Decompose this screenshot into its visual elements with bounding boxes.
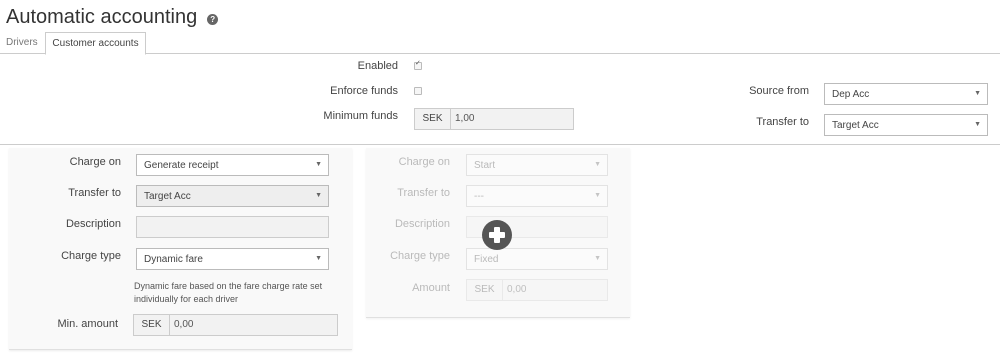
description-label: Description (65, 218, 121, 230)
charge-on-label: Charge on (398, 156, 450, 168)
minimum-funds-field[interactable]: SEK 1,00 (414, 108, 574, 130)
enforce-funds-checkbox[interactable] (414, 87, 422, 95)
rule-transfer-to-value: Target Acc (144, 191, 191, 202)
min-amount-label: Min. amount (57, 318, 118, 330)
min-amount-value: 0,00 (174, 319, 194, 330)
transfer-to-value: Target Acc (832, 120, 879, 131)
chevron-down-icon: ▼ (315, 255, 322, 262)
chevron-down-icon: ▼ (315, 161, 322, 168)
section-divider (0, 144, 1000, 145)
tab-customer-accounts[interactable]: Customer accounts (45, 32, 146, 55)
charge-type-label: Charge type (61, 250, 121, 262)
enforce-funds-label: Enforce funds (330, 85, 398, 97)
description-label: Description (394, 218, 450, 230)
charge-type-value: Dynamic fare (144, 254, 203, 265)
enabled-checkbox[interactable] (414, 59, 422, 70)
chevron-down-icon: ▼ (974, 121, 981, 128)
new-charge-on-select: Start ▼ (466, 154, 608, 176)
new-charge-on-value: Start (474, 160, 496, 171)
transfer-to-label: Transfer to (68, 187, 121, 199)
currency-label: SEK (415, 109, 451, 129)
chevron-down-icon: ▼ (594, 192, 601, 199)
new-charge-type-value: Fixed (474, 254, 499, 265)
new-transfer-to-select: --- ▼ (466, 185, 608, 207)
new-amount-field: SEK 0,00 (466, 279, 608, 301)
chevron-down-icon: ▼ (974, 90, 981, 97)
description-field[interactable] (136, 216, 329, 238)
chevron-down-icon: ▼ (594, 255, 601, 262)
new-transfer-to-value: --- (474, 191, 484, 202)
chevron-down-icon: ▼ (315, 192, 322, 199)
charge-on-value: Generate receipt (144, 160, 219, 171)
chevron-down-icon: ▼ (594, 161, 601, 168)
enabled-label: Enabled (357, 60, 398, 72)
help-icon[interactable]: ? (207, 13, 219, 25)
rule-transfer-to-select[interactable]: Target Acc ▼ (136, 185, 329, 207)
page-title: Automatic accounting ? (6, 6, 219, 29)
source-from-label: Source from (749, 85, 809, 97)
minimum-funds-label: Minimum funds (323, 110, 398, 122)
page-title-text: Automatic accounting (6, 6, 198, 28)
transfer-to-label: Transfer to (756, 116, 809, 128)
currency-label: SEK (134, 315, 170, 335)
transfer-to-select[interactable]: Target Acc ▼ (824, 114, 988, 136)
charge-type-note: Dynamic fare based on the fare charge ra… (134, 281, 323, 304)
min-amount-field[interactable]: SEK 0,00 (133, 314, 338, 336)
charge-type-label: Charge type (390, 250, 450, 262)
tab-bar: Drivers Customer accounts (0, 32, 1000, 55)
transfer-to-label: Transfer to (397, 187, 450, 199)
source-from-value: Dep Acc (832, 89, 870, 100)
tab-drivers[interactable]: Drivers (0, 32, 44, 54)
add-rule-plus-icon[interactable] (482, 220, 512, 250)
currency-label: SEK (467, 280, 503, 300)
charge-type-select[interactable]: Dynamic fare ▼ (136, 248, 329, 270)
source-from-select[interactable]: Dep Acc ▼ (824, 83, 988, 105)
minimum-funds-value: 1,00 (455, 113, 475, 124)
charge-on-select[interactable]: Generate receipt ▼ (136, 154, 329, 176)
charge-on-label: Charge on (69, 156, 121, 168)
amount-label: Amount (412, 282, 450, 294)
new-charge-type-select: Fixed ▼ (466, 248, 608, 270)
new-amount-value: 0,00 (507, 284, 527, 295)
